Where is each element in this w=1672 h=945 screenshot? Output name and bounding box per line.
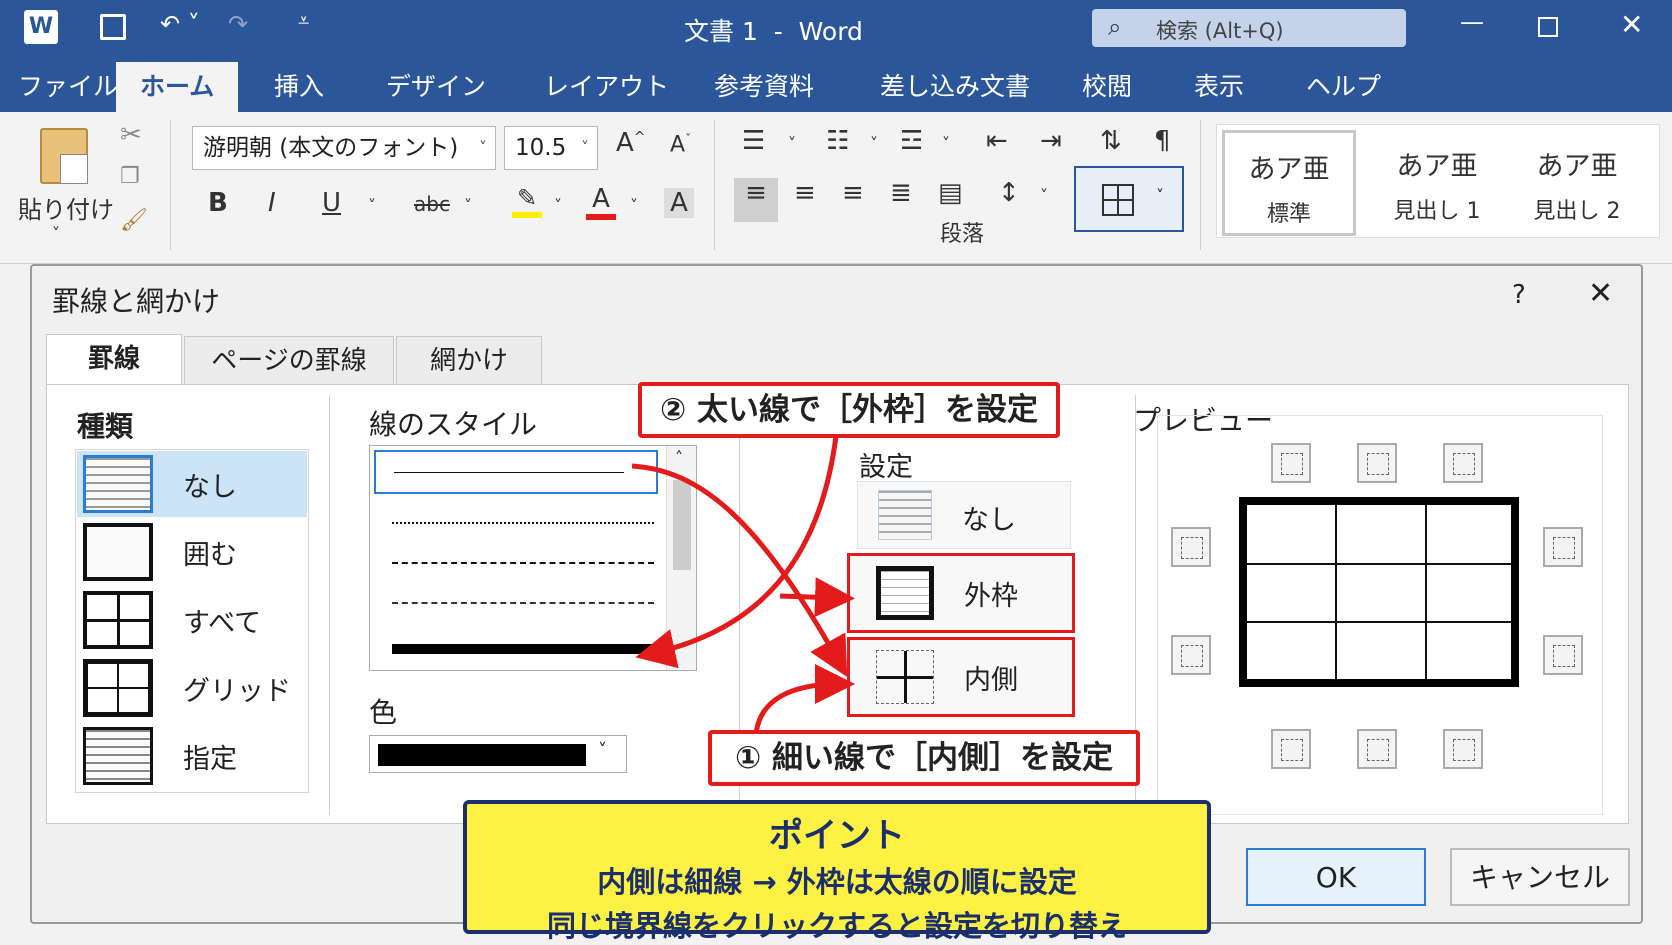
- arrow-step1-to-inside: [753, 664, 855, 735]
- point-line1: 内側は細線 → 外枠は太線の順に設定: [597, 865, 1077, 899]
- point-title: ポイント: [769, 816, 905, 856]
- point-line2: 同じ境界線をクリックすると設定を切り替え: [546, 909, 1127, 943]
- arrow-to-box: [779, 577, 855, 618]
- arrow-thin-to-inside: [631, 463, 848, 678]
- point-box: ポイント 内側は細線 → 外枠は太線の順に設定 同じ境界線をクリックすると設定を…: [463, 800, 1211, 943]
- callout-step1: ① 細い線で［内側］を設定: [708, 730, 1140, 786]
- arrow-step2-to-thick: [635, 435, 839, 669]
- callout-step2: ② 太い線で［外枠］を設定: [638, 382, 1060, 438]
